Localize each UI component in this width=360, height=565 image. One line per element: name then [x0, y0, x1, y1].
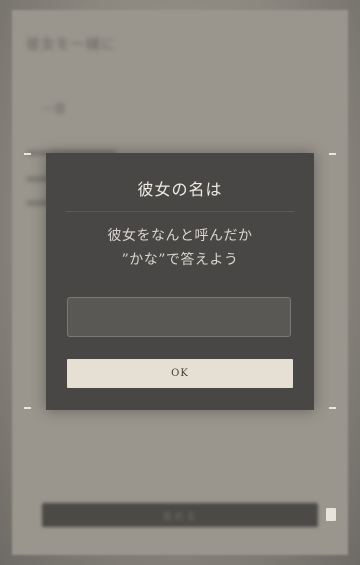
frame-corner-mark: [329, 153, 336, 155]
background-title: 彼女を一緒に: [26, 37, 116, 53]
ok-button[interactable]: OK: [67, 359, 293, 388]
background-subtitle: 一章: [42, 102, 67, 116]
title-divider: [66, 211, 294, 212]
background-advance-button: 進める: [42, 503, 318, 527]
page-icon: [326, 508, 336, 521]
name-input[interactable]: [67, 297, 291, 337]
dialog-prompt: 彼女をなんと呼んだか ”かな”で答えよう: [46, 224, 314, 272]
frame-corner-mark: [329, 407, 336, 409]
prompt-line: ”かな”で答えよう: [121, 252, 239, 268]
name-entry-dialog: 彼女の名は 彼女をなんと呼んだか ”かな”で答えよう OK: [46, 153, 314, 410]
dialog-title: 彼女の名は: [137, 180, 223, 199]
background-advance-button-label: 進める: [162, 511, 198, 523]
frame-corner-mark: [24, 407, 31, 409]
prompt-line: 彼女をなんと呼んだか: [107, 228, 253, 244]
frame-corner-mark: [24, 153, 31, 155]
